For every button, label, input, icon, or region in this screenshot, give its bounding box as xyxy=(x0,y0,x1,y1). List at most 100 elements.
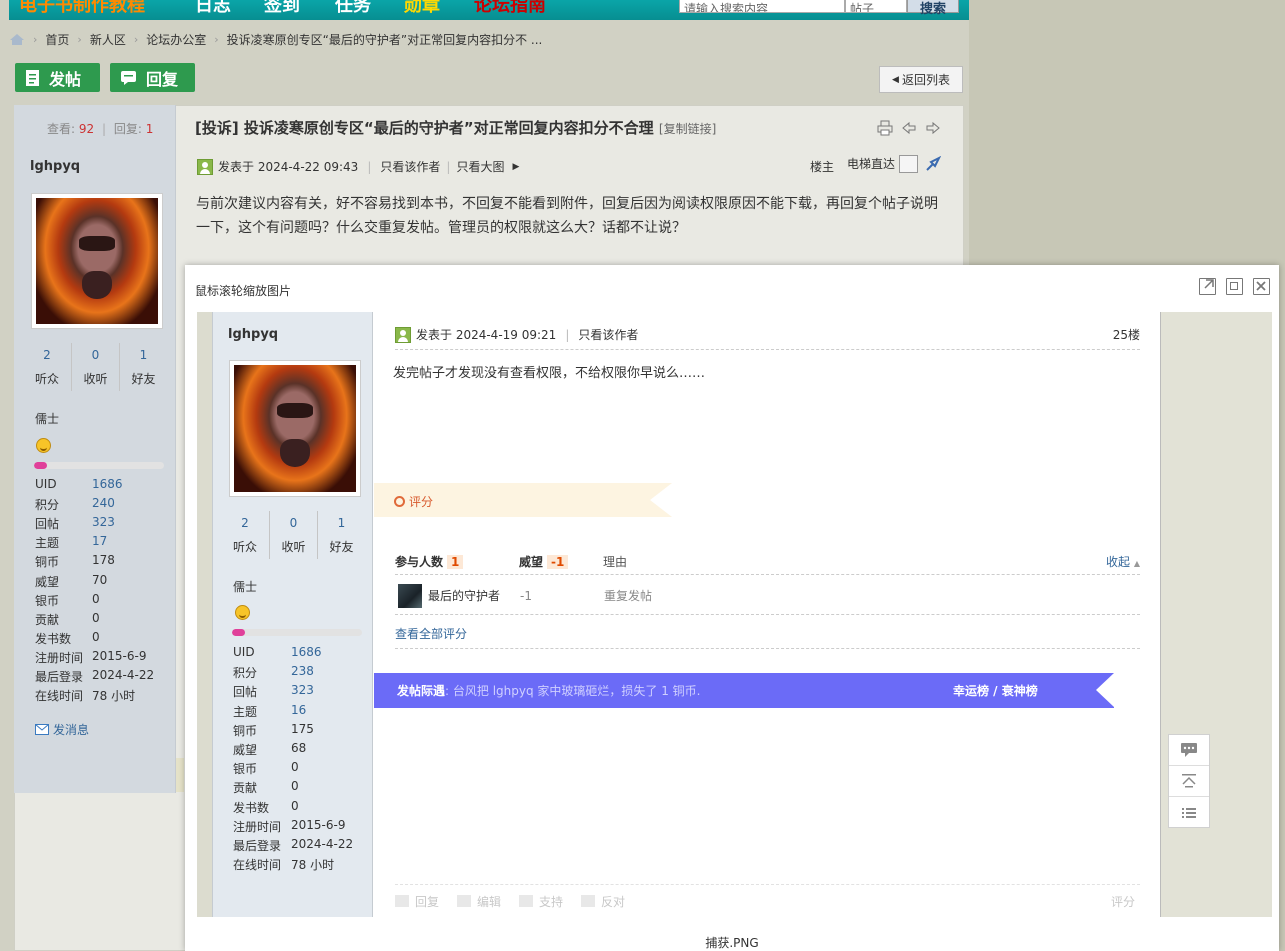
ribbon-notch xyxy=(650,483,672,517)
new-post-button[interactable]: 发帖 xyxy=(15,63,100,92)
image-rank-title: 儒士 xyxy=(233,580,258,594)
chevron-right-icon: › xyxy=(133,32,139,46)
profile-value: 78 小时 xyxy=(92,689,136,704)
nav-item-guide[interactable]: 论坛指南 xyxy=(474,0,546,17)
quick-reply-icon[interactable] xyxy=(1169,735,1209,766)
image-profile-value: 0 xyxy=(291,779,299,794)
view-all-ratings: 查看全部评分 xyxy=(395,627,468,641)
author-name[interactable]: lghpyq xyxy=(30,159,80,174)
image-user-online-icon xyxy=(395,326,411,343)
profile-label: 铜币 xyxy=(35,555,60,570)
title-tools xyxy=(877,120,941,136)
elevator-label: 电梯直达 xyxy=(847,157,896,171)
image-rank-progress-bar xyxy=(232,629,362,636)
profile-value[interactable]: 17 xyxy=(92,534,107,548)
image-author-stats: 2 听众 0 收听 1 好友 xyxy=(221,511,365,559)
nav-item-blog[interactable]: 日志 xyxy=(195,0,231,17)
thread-stats: 查看: 92 | 回复: 1 xyxy=(47,122,154,136)
image-profile-label: 主题 xyxy=(233,704,258,719)
profile-value: 2015-6-9 xyxy=(92,648,147,663)
image-profile-label: 在线时间 xyxy=(233,858,282,873)
action-oppose: 反对 xyxy=(581,893,625,910)
home-icon[interactable] xyxy=(9,33,25,45)
floating-toolbar xyxy=(1168,734,1210,828)
profile-label: 最后登录 xyxy=(35,670,84,684)
big-image-link[interactable]: 只看大图 xyxy=(456,158,504,175)
image-post-meta: 发表于 2024-4-19 09:21 | 只看该作者 25楼 xyxy=(395,326,1140,350)
profile-value: 178 xyxy=(92,553,115,568)
image-filename: 捕获.PNG xyxy=(705,936,759,950)
elevator-go-icon[interactable] xyxy=(925,155,942,175)
reply-label: 回复 xyxy=(146,69,179,89)
rating-row: 最后的守护者 -1 重复发帖 xyxy=(395,577,1140,615)
caret-right-icon[interactable]: ▶ xyxy=(512,162,519,172)
copy-link[interactable]: [复制链接] xyxy=(659,122,716,136)
stat-friends[interactable]: 1 好友 xyxy=(119,343,167,391)
rating-collapse: 收起 ▲ xyxy=(1106,555,1140,569)
search-input[interactable]: 请输入搜索内容 xyxy=(679,0,845,13)
prev-thread-icon[interactable] xyxy=(901,120,917,136)
profile-label: 发书数 xyxy=(35,631,72,646)
image-stat-following: 0 收听 xyxy=(269,511,317,559)
stat-following[interactable]: 0 收听 xyxy=(71,343,119,391)
back-to-top-icon[interactable] xyxy=(1169,766,1209,797)
action-edit: 编辑 xyxy=(457,893,501,910)
reply-button[interactable]: 回复 xyxy=(110,63,195,92)
rating-circle-icon xyxy=(394,496,405,507)
send-message-link[interactable]: 发消息 xyxy=(35,721,89,738)
search-type-select[interactable]: 帖子 xyxy=(845,0,907,13)
breadcrumb-home[interactable]: 首页 xyxy=(45,31,69,48)
banner-notch xyxy=(1096,673,1114,707)
replies-label: 回复: xyxy=(113,122,142,136)
rating-header: 参与人数 1 威望 -1 理由 收起 ▲ xyxy=(395,549,1140,575)
profile-label: 积分 xyxy=(35,498,60,513)
views-label: 查看: xyxy=(47,122,76,136)
thread-title: [投诉] 投诉凌寒原创专区“最后的守护者”对正常回复内容扣分不合理 [复制链接] xyxy=(195,117,716,138)
rater-avatar xyxy=(398,583,422,608)
nav-item-medals[interactable]: 勋章 xyxy=(404,0,440,17)
image-profile-value: 0 xyxy=(291,798,299,813)
rater-score: -1 xyxy=(520,588,532,603)
encounter-label: 发帖际遇 xyxy=(397,684,446,698)
image-floor-label: 25楼 xyxy=(1112,328,1140,342)
views-count: 92 xyxy=(78,122,95,136)
image-stat-friends: 1 好友 xyxy=(317,511,365,559)
rater-name: 最后的守护者 xyxy=(428,589,501,603)
profile-label: 主题 xyxy=(35,536,60,551)
profile-label: 在线时间 xyxy=(35,689,84,704)
rating-label: 评分 xyxy=(394,493,433,510)
nav-item-signin[interactable]: 签到 xyxy=(264,0,300,17)
image-post-date: 发表于 2024-4-19 09:21 xyxy=(416,328,557,342)
action-rate: 评分 xyxy=(1110,894,1135,909)
list-icon[interactable] xyxy=(1169,797,1209,828)
arrow-down-icon xyxy=(581,895,596,907)
stat-listeners[interactable]: 2 听众 xyxy=(23,343,71,391)
profile-value[interactable]: 323 xyxy=(92,515,115,529)
profile-value: 0 xyxy=(92,610,100,625)
rank-title: 儒士 xyxy=(35,412,60,426)
elevator-input[interactable] xyxy=(899,155,918,173)
breadcrumb-office[interactable]: 论坛办公室 xyxy=(146,31,206,48)
only-author-link[interactable]: 只看该作者 xyxy=(380,158,440,175)
nav-item-tutorial[interactable]: 电子书制作教程 xyxy=(19,0,145,17)
open-new-window-icon[interactable] xyxy=(1199,278,1216,295)
fit-size-icon[interactable] xyxy=(1226,278,1243,295)
print-icon[interactable] xyxy=(877,120,893,136)
rating-reason-header: 理由 xyxy=(603,555,628,569)
profile-value[interactable]: 240 xyxy=(92,496,115,510)
nav-item-tasks[interactable]: 任务 xyxy=(335,0,371,17)
search-button[interactable]: 搜索 xyxy=(907,0,959,17)
profile-value: 2024-4-22 xyxy=(92,668,155,682)
image-profile-value: 68 xyxy=(291,741,307,755)
profile-value[interactable]: 1686 xyxy=(92,477,123,491)
close-icon[interactable] xyxy=(1253,278,1270,295)
new-post-label: 发帖 xyxy=(49,69,82,89)
profile-label: 威望 xyxy=(35,574,60,589)
breadcrumb-newbie[interactable]: 新人区 xyxy=(90,31,126,48)
modal-title: 鼠标滚轮缩放图片 xyxy=(195,284,292,298)
breadcrumb-current: 投诉凌寒原创专区“最后的守护者”对正常回复内容扣分不 ... xyxy=(226,32,543,47)
back-to-list-button[interactable]: ◀ 返回列表 xyxy=(879,66,963,93)
image-margin xyxy=(197,312,212,917)
next-thread-icon[interactable] xyxy=(925,120,941,136)
avatar[interactable] xyxy=(32,194,162,328)
